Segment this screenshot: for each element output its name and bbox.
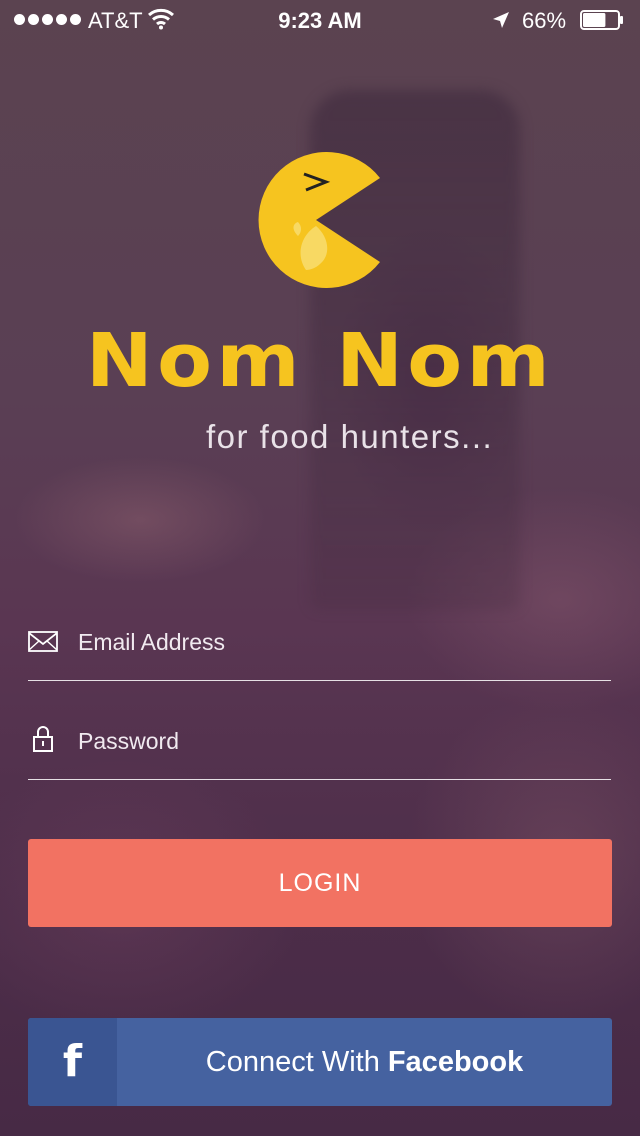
login-button[interactable]: LOGIN bbox=[28, 839, 612, 927]
location-arrow-icon bbox=[493, 12, 509, 28]
facebook-icon: f bbox=[62, 1036, 83, 1087]
pacman-eating-icon bbox=[258, 152, 380, 288]
status-bar: AT&T 9:23 AM 66% bbox=[0, 0, 640, 40]
facebook-icon-box: f bbox=[28, 1018, 117, 1106]
email-input[interactable] bbox=[78, 620, 598, 664]
app-tagline: for food hunters... bbox=[206, 418, 494, 455]
app-title: Nom Nom bbox=[85, 318, 555, 404]
password-field bbox=[28, 719, 611, 780]
password-input[interactable] bbox=[78, 719, 598, 763]
battery-percent: 66% bbox=[522, 8, 567, 33]
facebook-label-brand: Facebook bbox=[387, 1045, 524, 1078]
facebook-connect-button[interactable]: f Connect With Facebook bbox=[28, 1018, 612, 1106]
facebook-label-prefix: Connect With bbox=[205, 1045, 380, 1078]
battery-icon bbox=[580, 10, 623, 30]
envelope-icon bbox=[28, 631, 58, 652]
lock-icon bbox=[33, 726, 53, 752]
email-field bbox=[28, 620, 611, 681]
facebook-button-label: Connect With Facebook bbox=[117, 1018, 612, 1106]
